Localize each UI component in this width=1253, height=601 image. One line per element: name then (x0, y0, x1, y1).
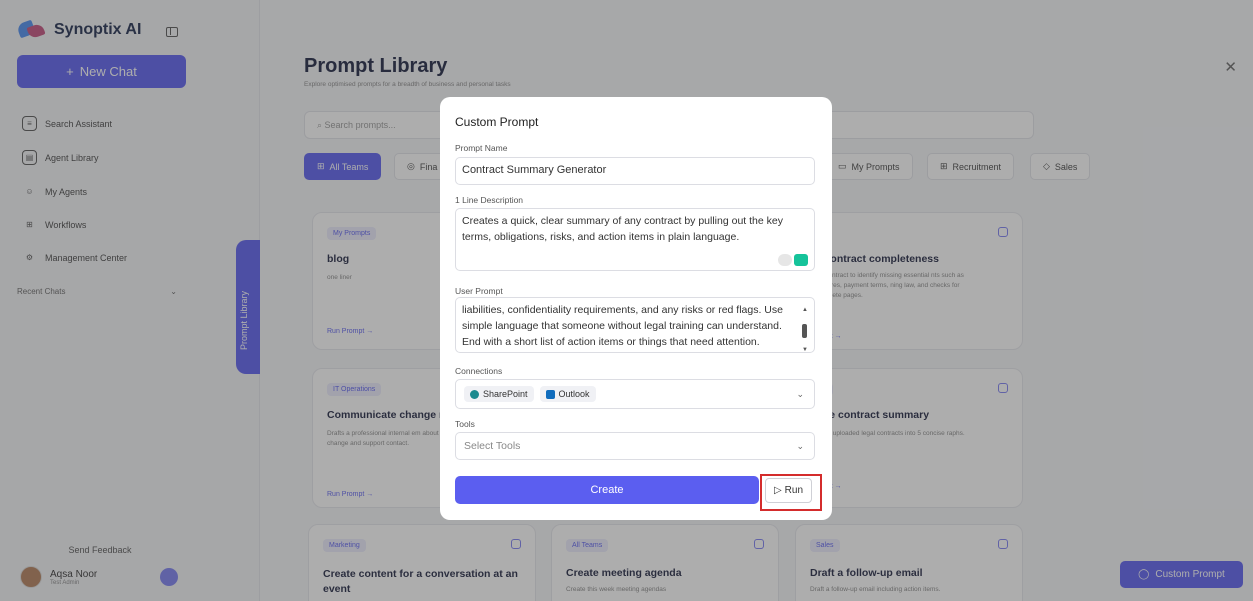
connection-label: Outlook (558, 389, 590, 399)
chevron-down-icon: ⌄ (796, 388, 804, 399)
connections-label: Connections (455, 366, 503, 376)
tools-placeholder: Select Tools (464, 440, 521, 452)
modal-title: Custom Prompt (455, 115, 539, 129)
connection-chip-sharepoint[interactable]: SharePoint (464, 386, 534, 402)
scrollbar[interactable]: ▲ ▼ (802, 302, 808, 352)
chevron-down-icon: ⌄ (796, 440, 804, 451)
grammarly-icon[interactable] (778, 254, 808, 266)
description-text: Creates a quick, clear summary of any co… (462, 215, 783, 243)
connections-select[interactable]: SharePoint Outlook ⌄ (455, 379, 815, 409)
connection-chip-outlook[interactable]: Outlook (539, 386, 596, 402)
user-prompt-label: User Prompt (455, 286, 503, 296)
tools-select[interactable]: Select Tools ⌄ (455, 432, 815, 460)
user-prompt-field[interactable]: liabilities, confidentiality requirement… (455, 297, 815, 353)
description-field[interactable]: Creates a quick, clear summary of any co… (455, 208, 815, 271)
run-button-highlight (760, 474, 822, 511)
description-label: 1 Line Description (455, 195, 524, 205)
scroll-thumb[interactable] (802, 324, 807, 338)
outlook-icon (545, 389, 555, 399)
scroll-down-icon[interactable]: ▼ (802, 342, 808, 352)
user-prompt-text: liabilities, confidentiality requirement… (462, 304, 783, 348)
connection-label: SharePoint (483, 389, 528, 399)
custom-prompt-modal: Custom Prompt Prompt Name Contract Summa… (440, 97, 832, 520)
prompt-name-label: Prompt Name (455, 143, 508, 153)
prompt-name-field[interactable]: Contract Summary Generator (455, 157, 815, 185)
tools-label: Tools (455, 419, 475, 429)
create-button[interactable]: Create (455, 476, 759, 504)
scroll-up-icon[interactable]: ▲ (802, 302, 808, 318)
sharepoint-icon (470, 389, 479, 399)
